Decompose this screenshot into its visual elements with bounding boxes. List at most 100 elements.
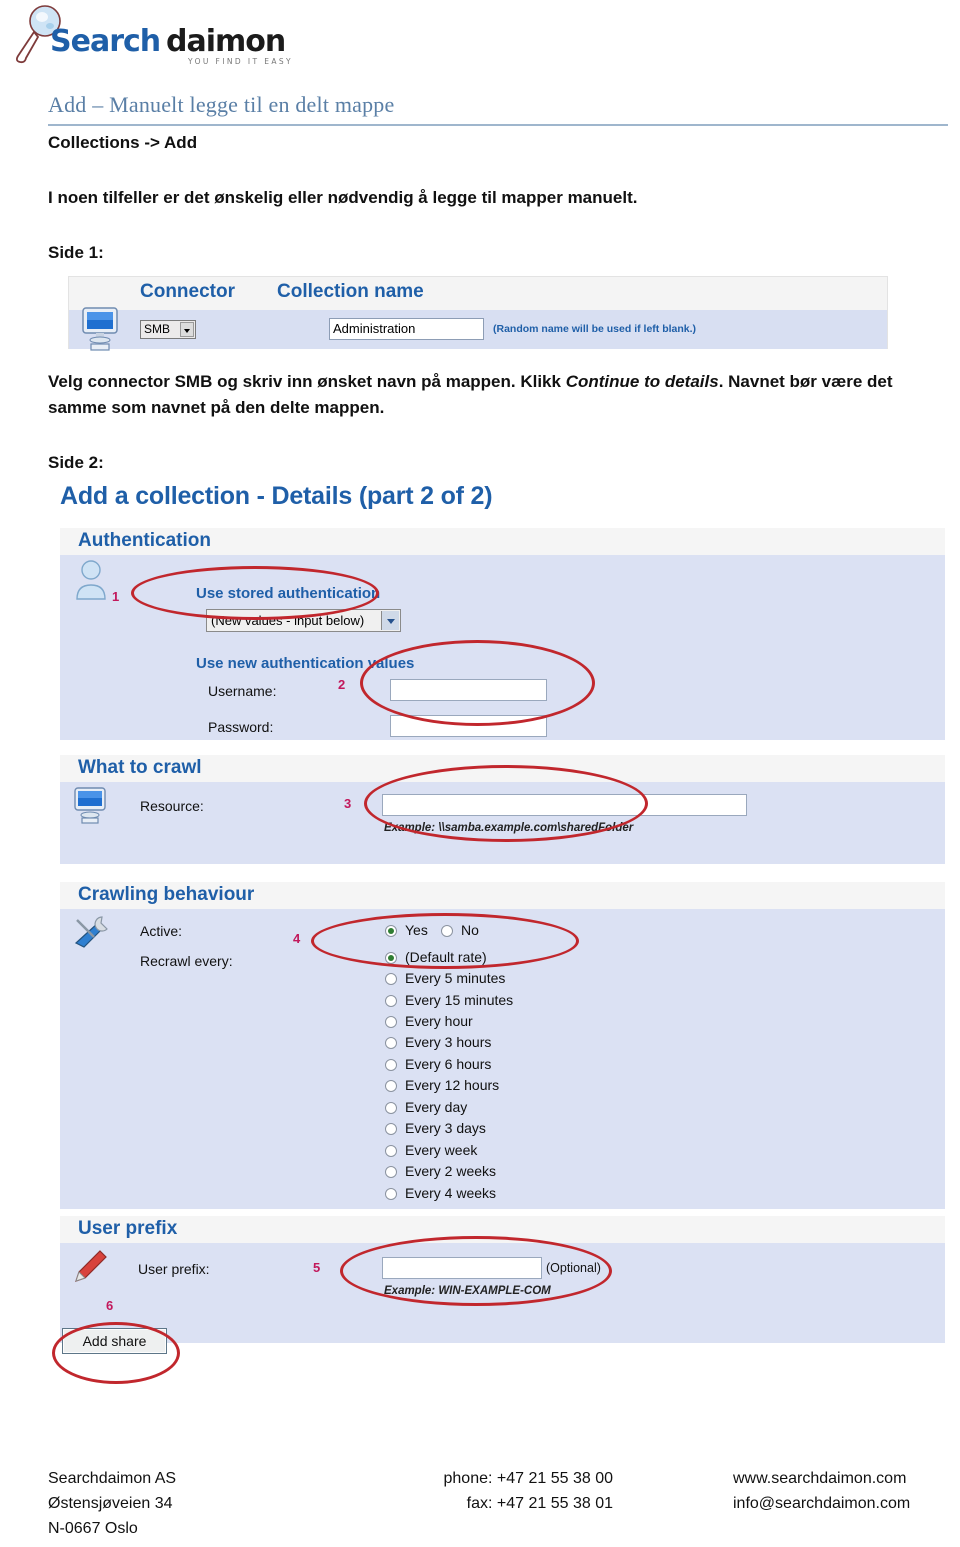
user-prefix-section-header: User prefix xyxy=(60,1216,945,1243)
radio-recrawl-6[interactable] xyxy=(385,1080,397,1092)
footer-phone: phone: +47 21 55 38 00 xyxy=(443,1470,614,1487)
radio-recrawl-10-label: Every 2 weeks xyxy=(405,1163,497,1179)
searchdaimon-logo: Search daimon YOU FIND IT EASY xyxy=(8,4,348,70)
radio-recrawl-0-label: (Default rate) xyxy=(405,949,487,965)
footer-email[interactable]: info@searchdaimon.com xyxy=(733,1491,910,1516)
crawling-behaviour-section-body: Active: Recrawl every: Yes No (Default r… xyxy=(60,909,945,1209)
radio-recrawl-8-label: Every 3 days xyxy=(405,1120,486,1136)
user-icon xyxy=(76,560,106,600)
explain-text-before: Velg connector SMB og skriv inn ønsket n… xyxy=(48,372,566,391)
column-header-connector: Connector xyxy=(140,281,235,302)
resource-input[interactable] xyxy=(382,794,747,816)
radio-recrawl-1-label: Every 5 minutes xyxy=(405,970,506,986)
stored-authentication-select[interactable]: (New values - input below) xyxy=(206,609,401,632)
radio-recrawl-6-label: Every 12 hours xyxy=(405,1077,500,1093)
side2-label: Side 2: xyxy=(48,453,104,472)
add-share-button[interactable]: Add share xyxy=(62,1328,167,1354)
svg-text:Search: Search xyxy=(50,24,160,59)
screenshot2-title: Add a collection - Details (part 2 of 2) xyxy=(60,482,493,510)
use-stored-authentication-label: Use stored authentication xyxy=(196,585,381,602)
svg-text:YOU FIND IT EASY: YOU FIND IT EASY xyxy=(187,57,293,66)
crawling-behaviour-section-header: Crawling behaviour xyxy=(60,882,945,909)
chevron-down-icon xyxy=(180,322,194,337)
radio-recrawl-2[interactable] xyxy=(385,995,397,1007)
tools-icon xyxy=(74,916,108,948)
authentication-panel: Authentication Use stored authentication… xyxy=(60,528,945,740)
footer-street: Østensjøveien 34 xyxy=(48,1495,173,1512)
use-new-authentication-label: Use new authentication values xyxy=(196,655,415,672)
radio-recrawl-4[interactable] xyxy=(385,1037,397,1049)
what-to-crawl-section-title: What to crawl xyxy=(78,757,202,778)
radio-recrawl-5[interactable] xyxy=(385,1059,397,1071)
side1-label: Side 1: xyxy=(48,243,104,262)
footer-website[interactable]: www.searchdaimon.com xyxy=(733,1466,910,1491)
screenshot1-body-row: SMB Administration (Random name will be … xyxy=(69,307,887,351)
column-header-collection-name: Collection name xyxy=(277,281,424,302)
user-prefix-section-title: User prefix xyxy=(78,1218,178,1239)
stored-authentication-value: (New values - input below) xyxy=(211,613,365,628)
radio-recrawl-9[interactable] xyxy=(385,1145,397,1157)
radio-recrawl-11-label: Every 4 weeks xyxy=(405,1185,497,1201)
radio-recrawl-4-label: Every 3 hours xyxy=(405,1034,492,1050)
password-input[interactable] xyxy=(390,715,547,737)
user-prefix-optional-note: (Optional) xyxy=(546,1261,601,1275)
radio-recrawl-7-label: Every day xyxy=(405,1099,468,1115)
active-label: Active: xyxy=(140,923,183,939)
radio-recrawl-0[interactable] xyxy=(385,952,397,964)
radio-recrawl-10[interactable] xyxy=(385,1166,397,1178)
user-prefix-label: User prefix: xyxy=(138,1261,210,1277)
footer-city: N-0667 Oslo xyxy=(48,1520,138,1537)
svg-text:daimon: daimon xyxy=(166,24,285,59)
user-prefix-input[interactable] xyxy=(382,1257,542,1279)
footer-web-column: www.searchdaimon.com info@searchdaimon.c… xyxy=(733,1466,910,1516)
collection-name-hint: (Random name will be used if left blank.… xyxy=(493,323,697,335)
radio-recrawl-5-label: Every 6 hours xyxy=(405,1056,492,1072)
recrawl-every-label: Recrawl every: xyxy=(140,953,233,969)
footer-fax: fax: +47 21 55 38 01 xyxy=(466,1495,613,1512)
user-prefix-panel: User prefix User prefix: (Optional) Exam… xyxy=(60,1216,945,1343)
authentication-section-title: Authentication xyxy=(78,530,211,551)
radio-recrawl-11[interactable] xyxy=(385,1188,397,1200)
pencil-icon xyxy=(75,1250,107,1282)
callout-number-2: 2 xyxy=(338,677,346,692)
page-title: Add – Manuelt legge til en delt mappe xyxy=(48,92,395,117)
connector-select[interactable]: SMB xyxy=(140,320,196,339)
radio-recrawl-3-label: Every hour xyxy=(405,1013,473,1029)
callout-number-5: 5 xyxy=(313,1260,321,1275)
what-to-crawl-section-body: Resource: Example: \\samba.example.com\s… xyxy=(60,782,945,864)
radio-recrawl-7[interactable] xyxy=(385,1102,397,1114)
username-label: Username: xyxy=(208,683,277,699)
crawling-behaviour-panel: Crawling behaviour Active: Recrawl every… xyxy=(60,882,945,1209)
chevron-down-icon xyxy=(381,611,399,630)
computer-icon xyxy=(74,787,106,824)
screenshot1-header-row: Connector Collection name xyxy=(69,277,887,310)
screenshot-connector-panel: Connector Collection name SMB Administra… xyxy=(68,276,888,351)
radio-recrawl-1[interactable] xyxy=(385,973,397,985)
resource-example: Example: \\samba.example.com\sharedFolde… xyxy=(384,822,634,834)
what-to-crawl-section-header: What to crawl xyxy=(60,755,945,782)
radio-active-no-label: No xyxy=(461,922,479,938)
radio-active-yes[interactable] xyxy=(385,925,397,937)
crawling-behaviour-section-title: Crawling behaviour xyxy=(78,884,255,905)
password-label: Password: xyxy=(208,719,274,735)
intro-paragraph: I noen tilfeller er det ønskelig eller n… xyxy=(48,188,638,207)
resource-label: Resource: xyxy=(140,798,204,814)
logo-svg: Search daimon YOU FIND IT EASY xyxy=(15,5,293,66)
radio-recrawl-3[interactable] xyxy=(385,1016,397,1028)
explain-text-italic: Continue to details xyxy=(565,372,719,391)
radio-recrawl-8[interactable] xyxy=(385,1123,397,1135)
username-input[interactable] xyxy=(390,679,547,701)
user-prefix-example: Example: WIN-EXAMPLE-COM xyxy=(384,1285,551,1297)
authentication-section-body: Use stored authentication (New values - … xyxy=(60,555,945,740)
collection-name-input[interactable]: Administration xyxy=(329,318,484,340)
connector-select-value: SMB xyxy=(144,322,171,336)
callout-number-1: 1 xyxy=(112,589,120,604)
explain-paragraph: Velg connector SMB og skriv inn ønsket n… xyxy=(48,369,938,421)
footer-address-column: Searchdaimon AS Østensjøveien 34 N-0667 … xyxy=(48,1466,176,1541)
radio-active-no[interactable] xyxy=(441,925,453,937)
title-divider xyxy=(48,124,948,126)
radio-active-yes-label: Yes xyxy=(405,922,428,938)
callout-number-4: 4 xyxy=(293,931,301,946)
footer-contact-column: phone: +47 21 55 38 00 fax: +47 21 55 38… xyxy=(398,1466,614,1516)
computer-icon xyxy=(82,307,118,351)
